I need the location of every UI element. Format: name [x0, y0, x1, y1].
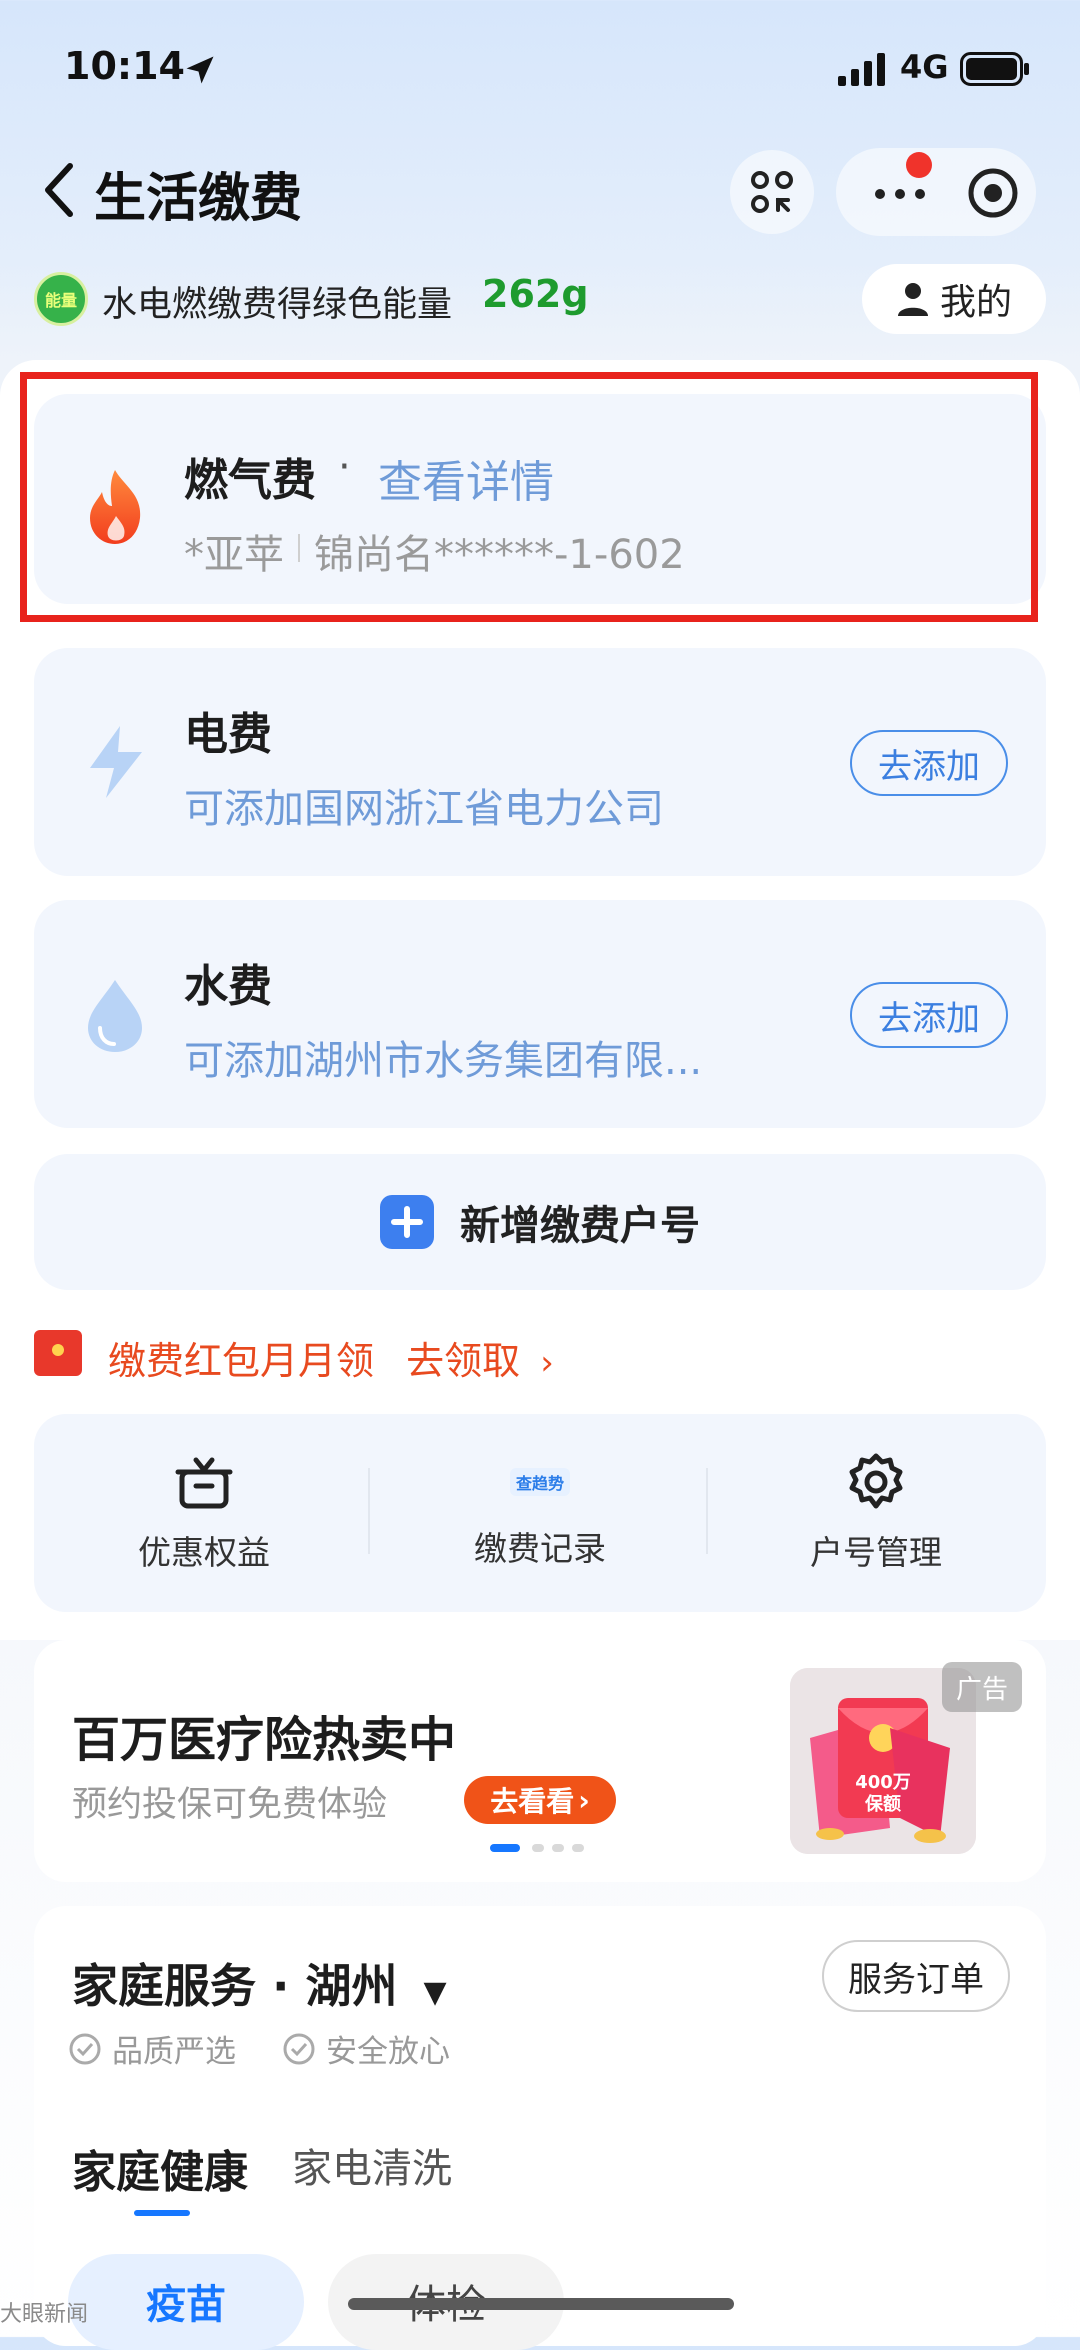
carousel-dots — [490, 1844, 584, 1852]
status-time: 10:14 — [64, 44, 185, 88]
highlight-box — [20, 372, 1038, 622]
divider — [706, 1468, 708, 1554]
divider — [368, 1468, 370, 1554]
ad-tag: 广告 — [942, 1662, 1022, 1712]
more-icon[interactable] — [870, 174, 930, 214]
signal-icon — [838, 53, 885, 86]
lightning-icon — [90, 726, 142, 798]
check-circle-icon — [69, 2033, 101, 2064]
service-orders-button[interactable]: 服务订单 — [822, 1940, 1010, 2012]
back-chevron-icon[interactable] — [40, 160, 80, 220]
new-account-button[interactable]: 新增缴费户号 — [34, 1154, 1046, 1290]
network-type: 4G — [900, 48, 949, 86]
user-icon — [897, 283, 928, 316]
gift-icon — [175, 1457, 233, 1509]
plus-icon — [380, 1195, 434, 1249]
check-circle-icon — [283, 2033, 315, 2064]
chevron-right-icon: › — [540, 1343, 554, 1383]
tool-benefits[interactable]: 优惠权益 — [120, 1450, 288, 1582]
ad-image-text: 400万 保额 — [855, 1772, 911, 1815]
scan-icon — [751, 171, 793, 213]
water-drop-icon — [88, 980, 142, 1052]
dropdown-triangle-icon: ▼ — [423, 1975, 447, 2010]
tool-records-label: 缴费记录 — [474, 1529, 606, 1568]
check-safe: 安全放心 — [282, 2026, 450, 2071]
trend-badge: 查趋势 — [509, 1468, 570, 1496]
check-quality-text: 品质严选 — [112, 2034, 236, 2070]
energy-badge: 能量 — [34, 272, 88, 326]
tab-appliance-cleaning[interactable]: 家电清洗 — [292, 2136, 452, 2194]
watermark: 大眼新闻 — [0, 2302, 89, 2327]
promo-banner[interactable]: 缴费红包月月领 去领取 › — [108, 1330, 554, 1385]
tool-manage-label: 户号管理 — [810, 1533, 942, 1572]
energy-value: 262g — [482, 272, 589, 316]
red-envelope-icon — [34, 1330, 82, 1376]
promo-text: 缴费红包月月领 — [108, 1339, 375, 1383]
check-safe-text: 安全放心 — [326, 2034, 450, 2070]
ad-title: 百万医疗险热卖中 — [72, 1712, 457, 1768]
page-title: 生活缴费 — [94, 169, 303, 229]
home-services-title[interactable]: 家庭服务 · 湖州 ▼ — [72, 1950, 447, 2016]
location-arrow-icon — [186, 56, 214, 84]
water-title: 水费 — [184, 961, 272, 1012]
energy-text: 水电燃缴费得绿色能量 — [102, 285, 453, 325]
ad-cta-button[interactable]: 去看看 › — [464, 1776, 616, 1824]
ad-cta-label: 去看看 — [490, 1785, 575, 1818]
check-quality: 品质严选 — [68, 2026, 236, 2071]
tool-records[interactable]: 查趋势 缴费记录 — [456, 1450, 624, 1582]
scan-button[interactable] — [730, 150, 814, 234]
tool-benefits-label: 优惠权益 — [138, 1533, 270, 1572]
home-indicator — [348, 2298, 734, 2310]
ad-subtitle: 预约投保可免费体验 — [72, 1785, 388, 1825]
close-mini-program-icon[interactable] — [966, 166, 1020, 220]
electric-add-button[interactable]: 去添加 — [850, 730, 1008, 796]
home-services-title-text: 家庭服务 · 湖州 — [72, 1959, 398, 2013]
water-add-button[interactable]: 去添加 — [850, 982, 1008, 1048]
electric-title: 电费 — [184, 709, 272, 760]
electric-sub: 可添加国网浙江省电力公司 — [184, 786, 664, 832]
mine-label: 我的 — [939, 282, 1012, 323]
mine-button[interactable]: 我的 — [862, 264, 1046, 334]
new-account-label: 新增缴费户号 — [460, 1203, 700, 1249]
promo-link[interactable]: 去领取 — [406, 1339, 520, 1383]
tab-family-health[interactable]: 家庭健康 — [72, 2136, 248, 2200]
battery-icon — [960, 52, 1029, 86]
chevron-right-icon: › — [578, 1783, 590, 1817]
notification-dot — [906, 152, 932, 178]
gear-icon — [849, 1453, 903, 1509]
tab-indicator — [134, 2210, 190, 2216]
water-sub: 可添加湖州市水务集团有限... — [184, 1038, 703, 1084]
chip-vaccine[interactable]: 疫苗 — [68, 2254, 304, 2350]
tool-account-manage[interactable]: 户号管理 — [792, 1450, 960, 1582]
